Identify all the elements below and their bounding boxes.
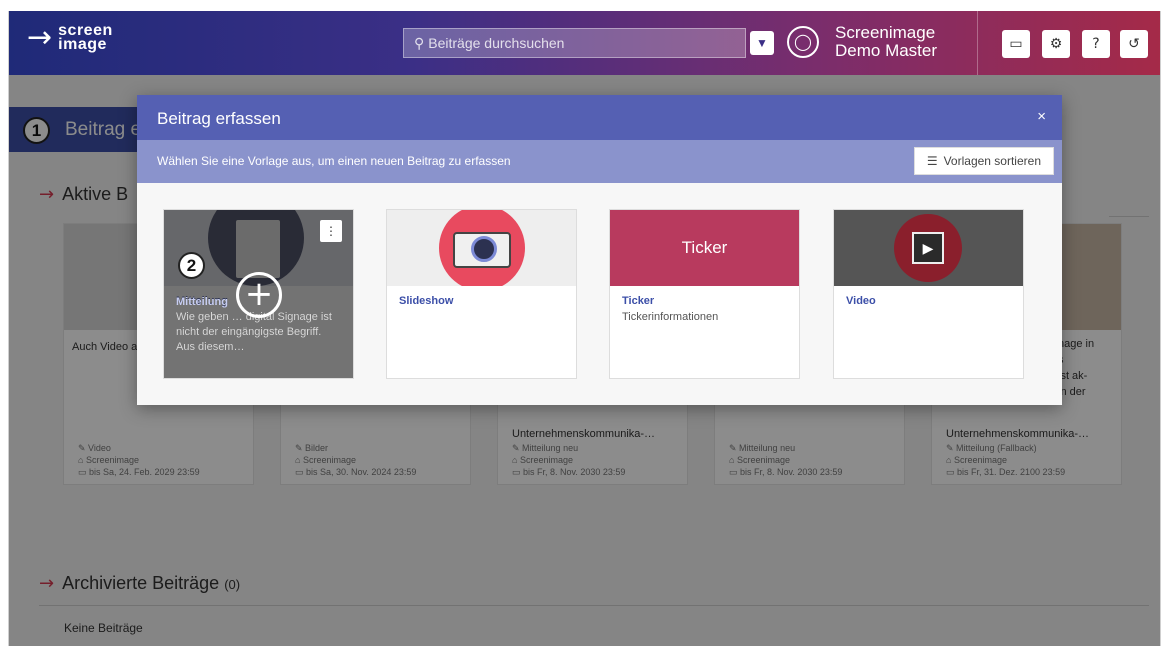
monitor-icon[interactable]: ▭ [1002,30,1030,58]
search-icon: ⚲ [414,34,425,51]
logo-arrow-icon: → [27,20,53,55]
help-icon[interactable]: ? [1082,30,1110,58]
template-description: Tickerinformationen [622,311,719,323]
template-image: ▶ [834,210,1023,286]
template-card-video[interactable]: ▶ Video [833,209,1024,379]
list-icon: ☰ [926,154,938,168]
top-header: → screen image ⚲ Beiträge durchsuchen ▼ ◯… [9,11,1160,75]
search-placeholder: Beiträge durchsuchen [428,35,565,51]
step-badge-2: 2 [178,252,205,279]
more-options-icon[interactable]: ⋮ [320,220,342,242]
create-post-dialog: Beitrag erfassen × Wählen Sie eine Vorla… [137,95,1062,405]
app-logo[interactable]: → screen image [27,23,113,53]
user-name[interactable]: Screenimage Demo Master [835,24,937,60]
gear-icon[interactable]: ⚙ [1042,30,1070,58]
template-image [387,210,576,286]
app-window: → screen image ⚲ Beiträge durchsuchen ▼ ◯… [8,11,1161,646]
sort-templates-button[interactable]: ☰ Vorlagen sortieren [913,147,1054,175]
filter-icon[interactable]: ▼ [750,31,774,55]
template-title: Slideshow [399,295,454,307]
template-card-ticker[interactable]: Ticker Ticker Tickerinformationen [609,209,800,379]
search-input[interactable]: ⚲ Beiträge durchsuchen [403,28,746,58]
user-avatar-icon[interactable]: ◯ [787,26,819,58]
logout-icon[interactable]: ↺ [1120,30,1148,58]
dialog-subheader: Wählen Sie eine Vorlage aus, um einen ne… [137,140,1062,183]
dialog-subtitle: Wählen Sie eine Vorlage aus, um einen ne… [157,154,511,168]
close-icon[interactable]: × [1037,108,1046,125]
logo-text-2: image [58,36,107,53]
user-name-line2: Demo Master [835,41,938,60]
dialog-header: Beitrag erfassen × [137,95,1062,140]
user-name-line1: Screenimage [835,23,936,42]
template-title: Video [846,295,876,307]
template-title: Ticker [622,295,655,307]
header-divider [977,11,978,75]
dialog-title: Beitrag erfassen [157,109,281,128]
template-card-slideshow[interactable]: Slideshow [386,209,577,379]
template-image: Ticker [610,210,799,286]
sort-label: Vorlagen sortieren [943,154,1041,168]
camera-lens [471,236,497,262]
add-icon[interactable]: + [236,272,282,318]
template-card-mitteilung[interactable]: Mitteilung Wie geben … digital Si­gnage … [163,209,354,379]
ticker-banner-text: Ticker [681,238,728,257]
play-icon: ▶ [912,232,944,264]
